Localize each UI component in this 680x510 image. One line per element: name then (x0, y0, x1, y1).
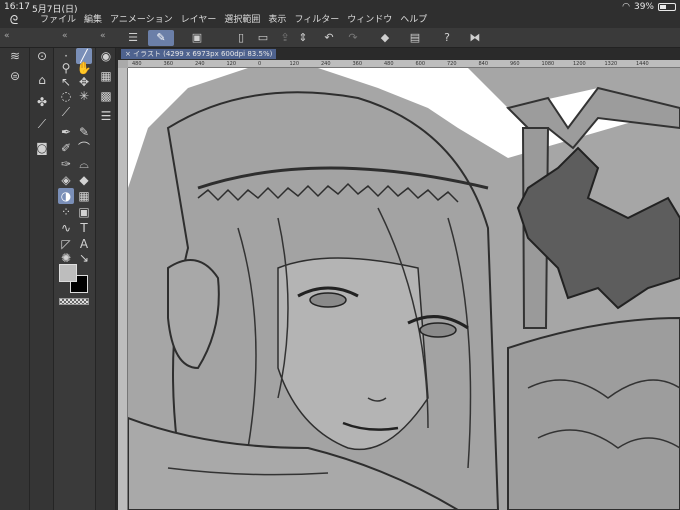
layer-icon[interactable]: ▣ (188, 30, 206, 46)
ruler-tick-label: 600 (415, 61, 426, 67)
menu-animation[interactable]: アニメーション (106, 14, 177, 26)
lasso-tool-icon[interactable]: ◌ (58, 88, 74, 104)
balloon-icon[interactable]: ∿ (58, 220, 74, 236)
layer-property-icon[interactable]: ⊜ (7, 68, 23, 84)
brush-icon[interactable]: ✐ (58, 140, 74, 156)
menu-window[interactable]: ウィンドウ (343, 14, 396, 26)
ruler-tick-label: 840 (478, 61, 489, 67)
horizontal-ruler (128, 60, 680, 68)
layer-stack-icon[interactable]: ≋ (7, 48, 23, 64)
eraser-icon[interactable]: ◈ (58, 172, 74, 188)
status-right: ◠ 39% (622, 2, 676, 12)
fill-icon[interactable]: ◆ (76, 172, 92, 188)
figure-icon[interactable]: ⁘ (58, 204, 74, 220)
save-icon[interactable]: ⇪ (276, 30, 294, 46)
eyedropper-icon[interactable]: ⟋ (58, 104, 74, 120)
menu-selection[interactable]: 選択範囲 (220, 14, 264, 26)
device-icon[interactable]: ▤ (406, 30, 424, 46)
ruler-tick-label: 480 (384, 61, 394, 67)
open-folder-icon[interactable]: ▭ (254, 30, 272, 46)
frame-icon[interactable]: ▣ (76, 204, 92, 220)
undo-icon[interactable]: ↶ (320, 30, 338, 46)
main-color-swatch[interactable] (59, 264, 77, 282)
battery-icon (658, 3, 676, 11)
zoom-icon[interactable]: ⊙ (34, 48, 50, 64)
color-set-icon[interactable]: ▩ (98, 88, 114, 104)
dock-collapse-middle[interactable]: « (62, 31, 68, 41)
gradient-tool-icon[interactable]: ◑ (58, 188, 74, 204)
ruler-tick-label: 1200 (573, 61, 586, 67)
ruler-tick-label: 1440 (636, 61, 649, 67)
battery-percent: 39% (633, 2, 654, 12)
artwork (128, 68, 680, 510)
blend-icon[interactable]: ⌓ (76, 156, 92, 172)
new-document-icon[interactable]: ▯ (232, 30, 250, 46)
right-palette-bar: ◉ ▦ ▩ ☰ (96, 48, 116, 510)
text-tool-icon[interactable]: T (76, 220, 92, 236)
status-time: 16:17 (4, 2, 30, 12)
brush-settings-icon[interactable]: ✤ (34, 94, 50, 110)
ruler-tick-label: 120 (289, 61, 300, 67)
ruler-tick-label: 120 (226, 61, 237, 67)
ruler-tick-label: 960 (510, 61, 520, 67)
ruler-tick-label: 720 (447, 61, 457, 67)
dock-collapse-left[interactable]: « (4, 31, 10, 41)
sub-tool-palette-bar: ⊙ ⌂ ✤ ⟋ ◙ (30, 48, 54, 510)
redo-icon[interactable]: ↷ (344, 30, 362, 46)
brush-size-icon[interactable]: ⟋ (34, 116, 50, 132)
transparent-color-swatch[interactable] (59, 298, 89, 305)
app-logo-icon[interactable]: ᘓ (6, 13, 22, 27)
fill-bucket-icon[interactable]: ◆ (376, 30, 394, 46)
hamburger-menu-icon[interactable]: ☰ (124, 30, 142, 46)
navigator-icon[interactable]: ◉ (98, 48, 114, 64)
drawing-canvas[interactable] (128, 68, 680, 510)
correction-icon[interactable]: ↘ (76, 250, 92, 266)
ruler-tick-label: 1080 (541, 61, 555, 67)
ruler-tick-label: 480 (132, 61, 142, 67)
menu-bar: ファイル 編集 アニメーション レイヤー 選択範囲 表示 フィルター ウィンドウ… (36, 14, 431, 26)
menu-filter[interactable]: フィルター (290, 14, 343, 26)
stepper-icon[interactable]: ⇕ (294, 30, 312, 46)
airbrush-icon[interactable]: ⌒ (76, 140, 92, 156)
material-icon[interactable]: ▦ (98, 68, 114, 84)
vertical-ruler (118, 68, 128, 510)
ruler-tick-label: 240 (195, 61, 205, 67)
magic-wand-icon[interactable]: ✳ (76, 88, 92, 104)
help-bubble-icon[interactable]: ? (438, 30, 456, 46)
menu-edit[interactable]: 編集 (80, 14, 106, 26)
pencil-icon[interactable]: ✎ (76, 124, 92, 140)
ruler-tick-label: 360 (352, 61, 363, 67)
flip-icon[interactable]: ⧓ (466, 30, 484, 46)
canvas-tab[interactable]: × イラスト (4299 x 6973px 600dpi 83.5%) (121, 49, 277, 59)
ruler-tick-label: 0 (258, 61, 262, 67)
ruler-tick-label: 360 (163, 61, 174, 67)
menu-layer[interactable]: レイヤー (177, 14, 221, 26)
gradient-icon[interactable]: ▦ (76, 188, 92, 204)
menu-view[interactable]: 表示 (264, 14, 290, 26)
ruler-tick-label: 1320 (604, 61, 618, 67)
dock-collapse-right[interactable]: « (100, 31, 106, 41)
wifi-icon: ◠ (622, 2, 630, 12)
menu-file[interactable]: ファイル (36, 14, 80, 26)
smart-edit-icon[interactable]: ✎ (148, 30, 174, 46)
top-bar: 16:17 5月7日(日) ◠ 39% ᘓ ファイル 編集 アニメーション レイ… (0, 0, 680, 28)
ruler-tick-label: 240 (321, 61, 331, 67)
menu-help[interactable]: ヘルプ (396, 14, 431, 26)
layer-list-icon[interactable]: ☰ (98, 108, 114, 124)
ruler-corner (118, 60, 128, 68)
sub-tool-icon[interactable]: ⌂ (34, 72, 50, 88)
pen-icon[interactable]: ✒ (58, 124, 74, 140)
decoration-icon[interactable]: ✑ (58, 156, 74, 172)
color-circle-icon[interactable]: ◙ (34, 140, 50, 156)
palette-bar: ≋ ⊜ (0, 48, 30, 510)
